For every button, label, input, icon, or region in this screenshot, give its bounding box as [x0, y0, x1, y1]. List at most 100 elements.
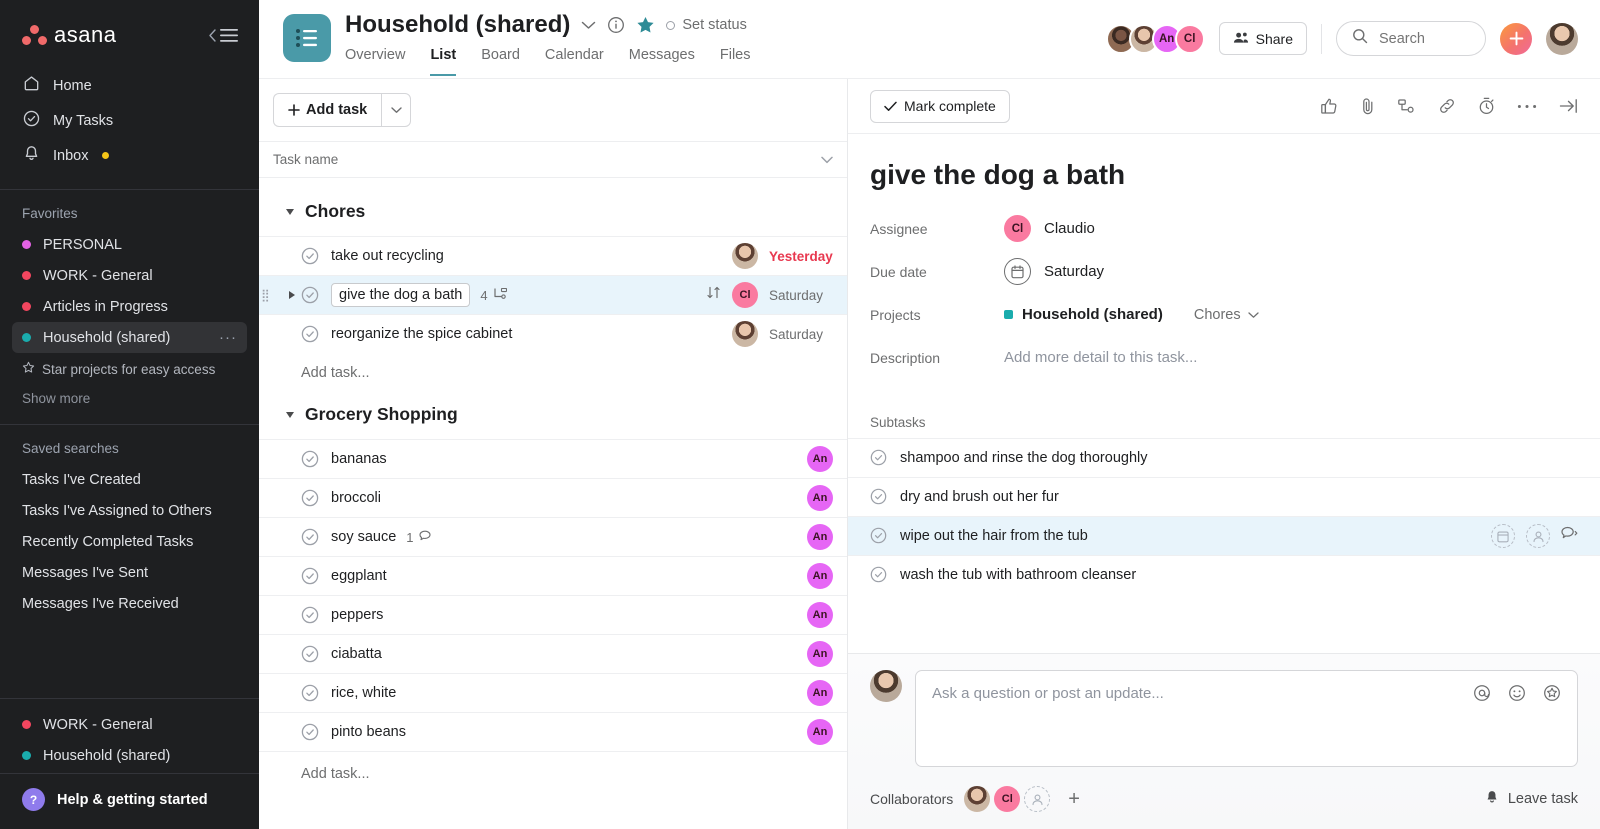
project-section-select[interactable]: Chores [1194, 307, 1259, 323]
assignee-value[interactable]: Cl Claudio [1004, 215, 1095, 242]
star-projects-hint[interactable]: Star projects for easy access [0, 353, 259, 377]
sidebar-item-messages-received[interactable]: Messages I've Received [12, 588, 247, 619]
complete-subtask-icon[interactable] [870, 488, 888, 506]
section-collapse-triangle-icon[interactable] [286, 411, 294, 418]
link-icon[interactable] [1438, 97, 1456, 115]
chevron-down-icon[interactable] [581, 21, 596, 30]
section-collapse-triangle-icon[interactable] [286, 208, 294, 215]
sidebar-project-household-shared[interactable]: Household (shared) [12, 740, 247, 771]
column-header-chevron-down-icon[interactable] [821, 152, 833, 167]
sidebar-item-recently-completed[interactable]: Recently Completed Tasks [12, 526, 247, 557]
tab-files[interactable]: Files [720, 47, 751, 76]
task-section-header-grocery-shopping[interactable]: Grocery Shopping [259, 381, 847, 439]
complete-task-icon[interactable] [301, 450, 319, 468]
tab-calendar[interactable]: Calendar [545, 47, 604, 76]
complete-subtask-icon[interactable] [870, 449, 888, 467]
subtask-name[interactable]: wash the tub with bathroom cleanser [900, 567, 1136, 583]
expand-right-icon[interactable] [1559, 98, 1578, 114]
add-task-dropdown-icon[interactable] [381, 93, 412, 127]
table-row[interactable]: reorganize the spice cabinet Saturday [259, 314, 847, 353]
comment-input[interactable]: Ask a question or post an update... [915, 670, 1578, 767]
create-new-button[interactable] [1500, 22, 1532, 55]
complete-task-icon[interactable] [301, 528, 319, 546]
sidebar-item-household-shared[interactable]: Household (shared) ··· [12, 322, 247, 353]
task-due-date[interactable]: Saturday [769, 288, 833, 303]
project-overflow-icon[interactable]: ··· [219, 329, 237, 346]
table-row[interactable]: rice, white An [259, 673, 847, 712]
asana-logo[interactable]: asana [22, 22, 116, 48]
avatar[interactable]: Cl [1004, 215, 1031, 242]
task-name[interactable]: bananas [331, 451, 387, 467]
emoji-icon[interactable] [1508, 684, 1526, 707]
complete-subtask-icon[interactable] [870, 527, 888, 545]
list-item[interactable]: dry and brush out her fur [848, 477, 1600, 516]
move-updown-icon[interactable] [706, 285, 721, 305]
drag-handle-icon[interactable]: ⣿ [261, 289, 271, 301]
sidebar-item-articles-in-progress[interactable]: Articles in Progress [12, 291, 247, 322]
avatar[interactable]: An [807, 680, 833, 706]
avatar[interactable]: An [807, 719, 833, 745]
add-person-icon[interactable] [1024, 786, 1051, 812]
add-collaborator-button[interactable]: + [1068, 788, 1080, 811]
avatar[interactable]: An [807, 602, 833, 628]
task-name[interactable]: eggplant [331, 568, 387, 584]
avatar[interactable] [964, 786, 991, 812]
complete-task-icon[interactable] [301, 247, 319, 265]
complete-task-icon[interactable] [301, 684, 319, 702]
sidebar-item-my-tasks[interactable]: My Tasks [12, 103, 247, 138]
mark-complete-button[interactable]: Mark complete [870, 89, 1010, 123]
calendar-icon[interactable] [1491, 524, 1515, 548]
sidebar-item-personal[interactable]: PERSONAL [12, 229, 247, 260]
add-task-button[interactable]: Add task [273, 93, 382, 127]
table-row[interactable]: eggplant An [259, 556, 847, 595]
subtask-icon[interactable] [1398, 98, 1416, 114]
task-name[interactable]: ciabatta [331, 646, 382, 662]
list-item[interactable]: shampoo and rinse the dog thoroughly [848, 438, 1600, 477]
expand-subtasks-icon[interactable] [273, 291, 301, 299]
avatar[interactable]: An [807, 563, 833, 589]
task-list-scroll[interactable]: Chores take out recycling Yesterday ⣿ gi… [259, 178, 847, 829]
task-section-header-chores[interactable]: Chores [259, 178, 847, 236]
search-input[interactable] [1379, 30, 1470, 47]
complete-task-icon[interactable] [301, 286, 319, 304]
task-detail-title[interactable]: give the dog a bath [848, 134, 1600, 207]
mention-icon[interactable] [1473, 684, 1491, 707]
avatar[interactable]: Cl [732, 282, 758, 308]
task-due-date[interactable]: Yesterday [769, 249, 833, 264]
table-row[interactable]: peppers An [259, 595, 847, 634]
avatar[interactable]: Cl [1174, 23, 1205, 54]
list-item[interactable]: wipe out the hair from the tub [848, 516, 1600, 555]
table-row[interactable]: ⣿ give the dog a bath 4 Cl Saturday [259, 275, 847, 314]
complete-task-icon[interactable] [301, 567, 319, 585]
ellipsis-icon[interactable] [1517, 104, 1537, 109]
complete-task-icon[interactable] [301, 645, 319, 663]
table-row[interactable]: soy sauce 1 An [259, 517, 847, 556]
star-filled-icon[interactable] [636, 16, 655, 34]
attach-icon[interactable] [1360, 97, 1376, 115]
set-status-button[interactable]: Set status [666, 17, 747, 33]
assignee-icon[interactable] [1526, 524, 1550, 548]
task-name[interactable]: rice, white [331, 685, 396, 701]
info-icon[interactable] [607, 16, 625, 34]
task-name[interactable]: peppers [331, 607, 383, 623]
search-box[interactable] [1336, 21, 1486, 56]
sidebar-item-inbox[interactable]: Inbox [12, 138, 247, 173]
member-avatar-stack[interactable]: An Cl [1105, 23, 1205, 54]
due-date-value[interactable]: Saturday [1004, 258, 1104, 285]
avatar[interactable]: An [807, 524, 833, 550]
task-name[interactable]: broccoli [331, 490, 381, 506]
subtask-name[interactable]: dry and brush out her fur [900, 489, 1059, 505]
timer-icon[interactable] [1478, 97, 1495, 115]
task-name[interactable]: take out recycling [331, 248, 444, 264]
collapse-sidebar-icon[interactable] [208, 28, 239, 43]
task-name[interactable]: reorganize the spice cabinet [331, 326, 512, 342]
subtask-name[interactable]: wipe out the hair from the tub [900, 528, 1088, 544]
task-name[interactable]: soy sauce [331, 529, 396, 545]
sidebar-item-tasks-created[interactable]: Tasks I've Created [12, 464, 247, 495]
comment-icon[interactable] [1561, 526, 1578, 546]
table-row[interactable]: pinto beans An [259, 712, 847, 751]
avatar[interactable]: Cl [994, 786, 1021, 812]
subtask-name[interactable]: shampoo and rinse the dog thoroughly [900, 450, 1147, 466]
add-task-inline-chores[interactable]: Add task... [259, 353, 847, 381]
tab-overview[interactable]: Overview [345, 47, 405, 76]
